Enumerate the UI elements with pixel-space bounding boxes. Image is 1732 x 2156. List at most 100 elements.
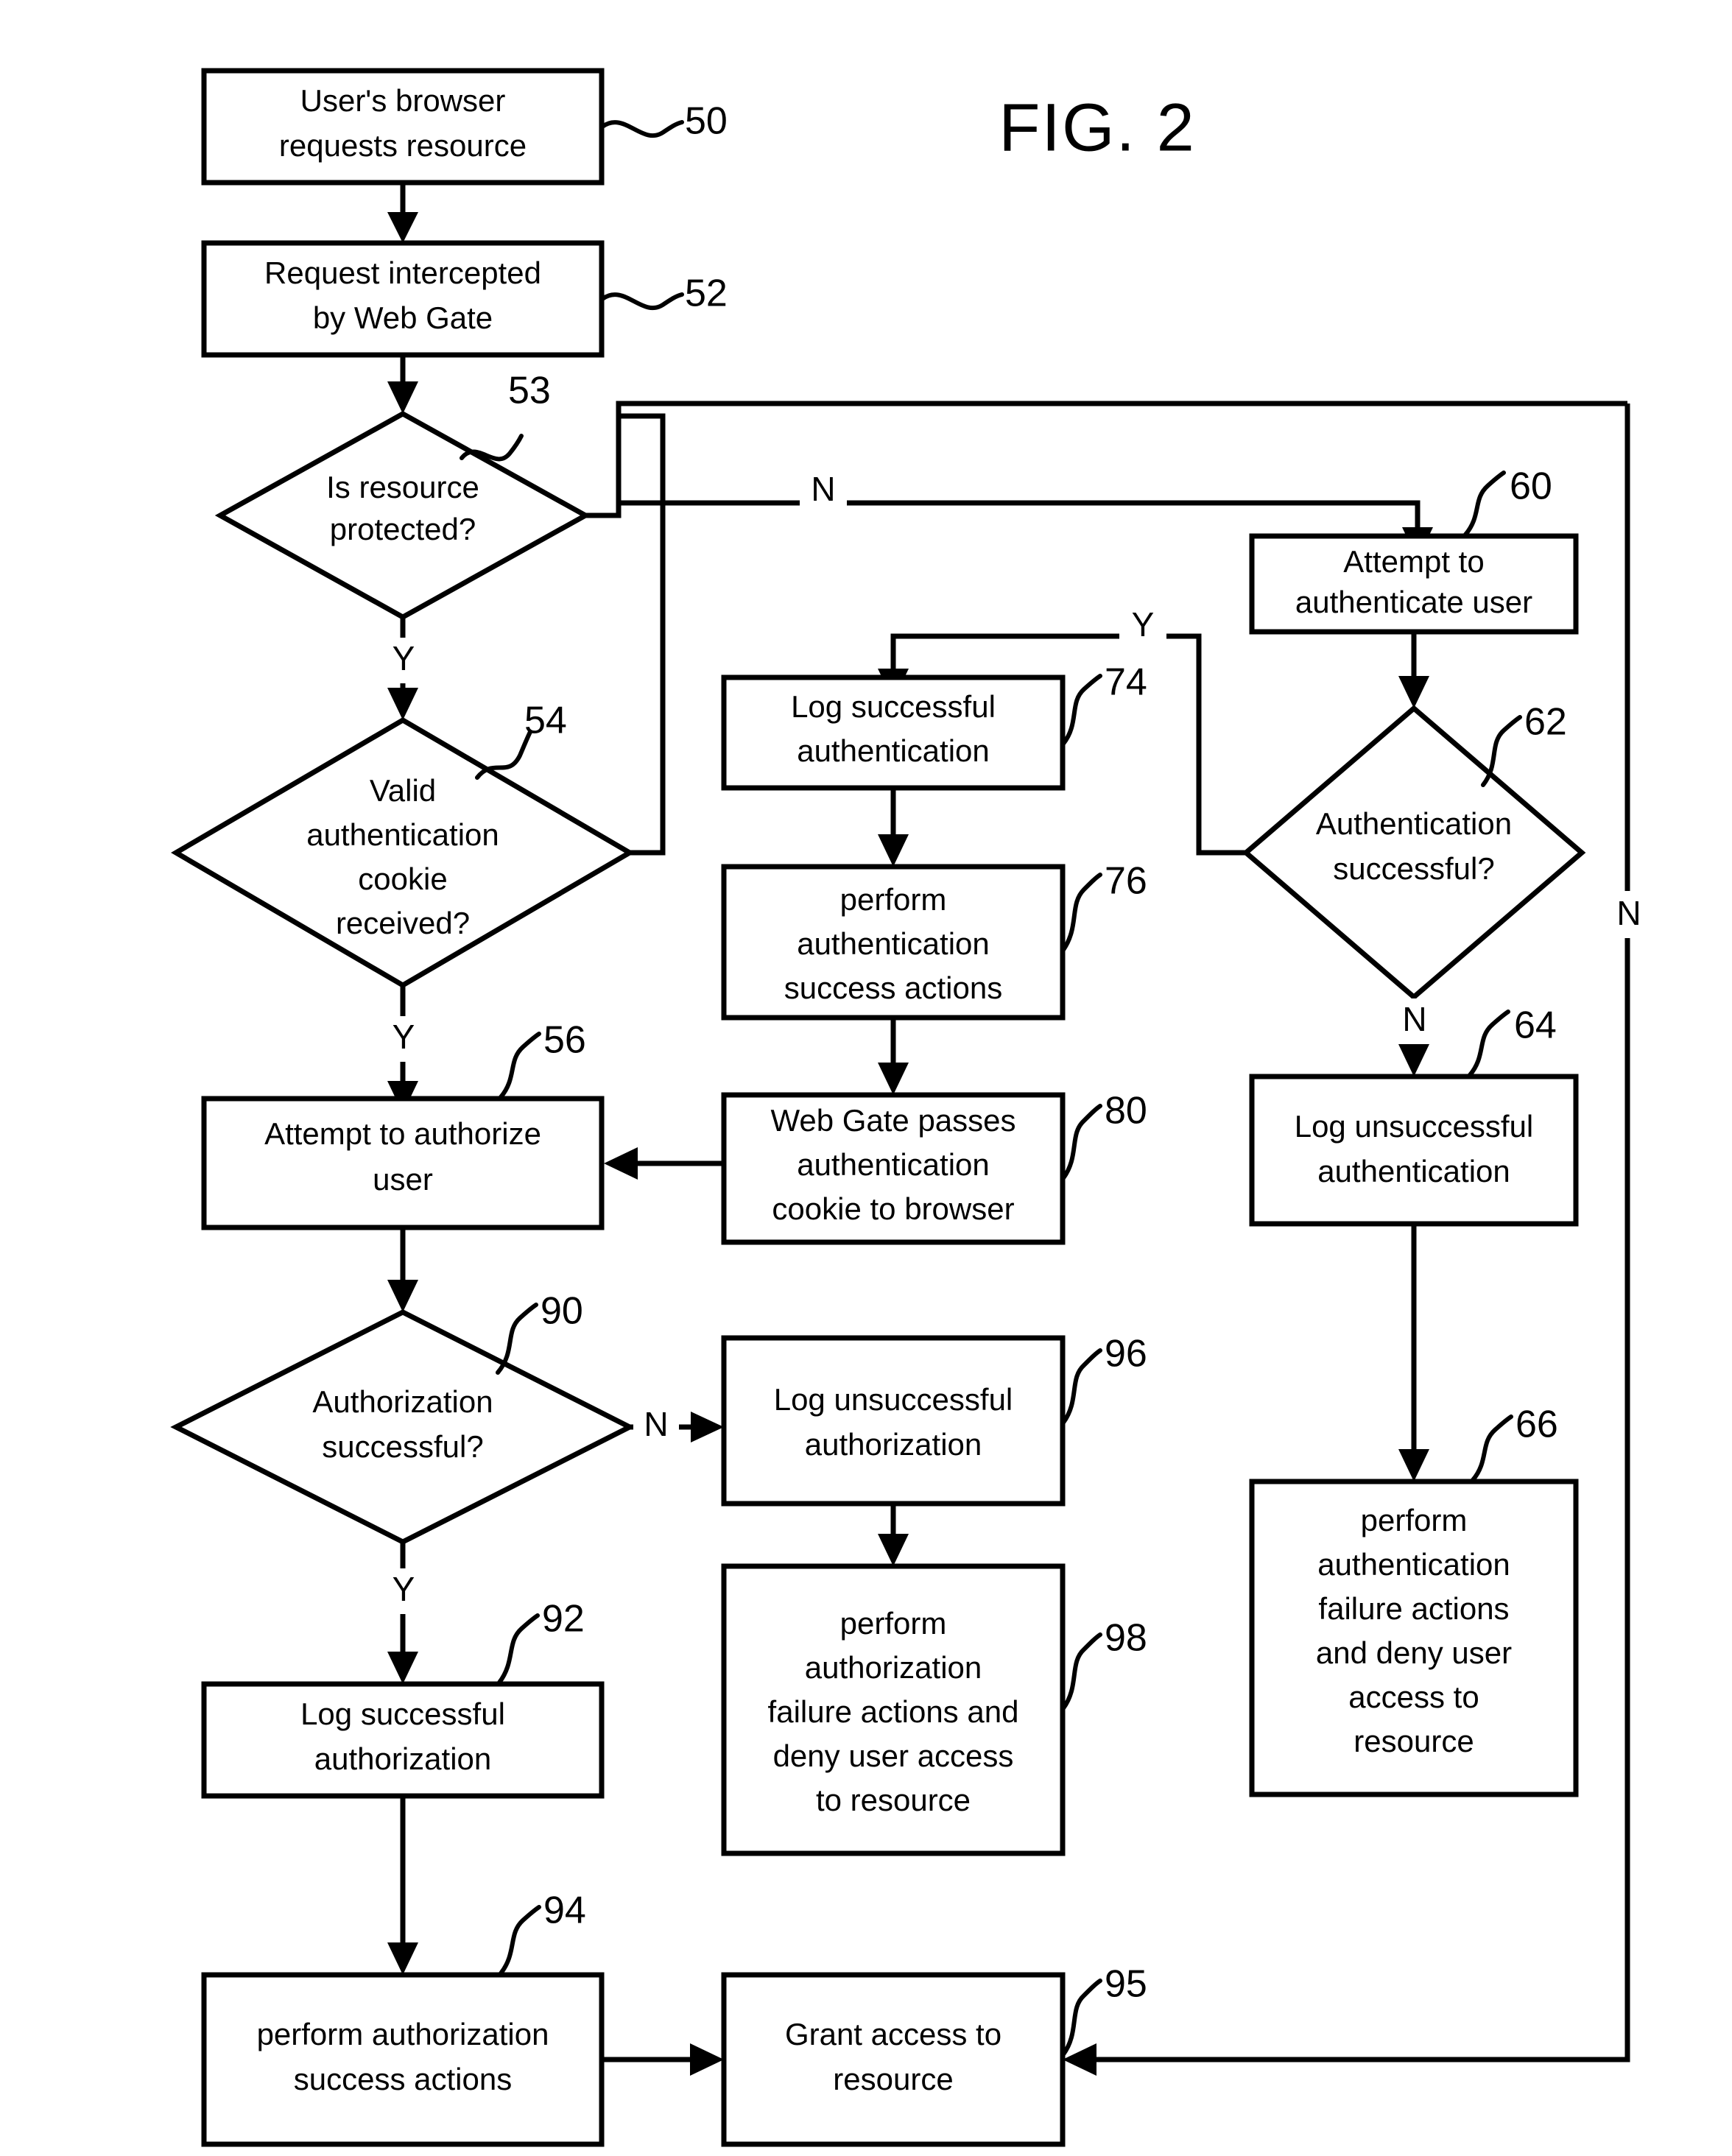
edge-53-yes-to-54: Y [380, 617, 427, 720]
node-62-leader [1481, 715, 1522, 787]
node-92-line-1: Log successful [300, 1697, 505, 1731]
node-94-box [201, 1972, 605, 2147]
edge-90-yes-label: Y [392, 1570, 415, 1608]
node-98: perform authorization failure actions an… [721, 1563, 1147, 1856]
edge-76-80 [878, 1018, 909, 1095]
node-80: Web Gate passes authentication cookie to… [721, 1090, 1147, 1245]
edge-90-no-label: N [644, 1405, 668, 1443]
edge-52-53 [387, 355, 418, 414]
node-96-line-1: Log unsuccessful [774, 1382, 1013, 1417]
node-64-box [1249, 1074, 1579, 1227]
node-90: Authorization successful? 90 [170, 1290, 636, 1545]
node-76-line-3: success actions [784, 970, 1002, 1005]
node-92-line-2: authorization [314, 1741, 492, 1776]
edge-90-no-to-96: N [630, 1405, 724, 1449]
node-52: Request intercepted by Web Gate 52 [201, 240, 728, 358]
node-66-line-2: authentication [1317, 1547, 1510, 1582]
node-98-leader [1061, 1632, 1102, 1711]
node-56-line-2: user [373, 1162, 433, 1197]
node-50-line-1: User's browser [300, 83, 506, 118]
node-54-line-2: authentication [306, 817, 499, 852]
node-56-ref: 56 [543, 1019, 586, 1062]
node-66-ref: 66 [1516, 1403, 1558, 1446]
edge-60-62 [1398, 632, 1429, 708]
node-98-line-2: authorization [805, 1650, 982, 1685]
node-96: Log unsuccessful authorization 96 [721, 1333, 1147, 1507]
node-60-line-2: authenticate user [1295, 585, 1532, 619]
node-95-leader [1061, 1979, 1102, 2057]
node-62-line-1: Authentication [1316, 806, 1512, 841]
node-60-line-1: Attempt to [1343, 544, 1484, 579]
edge-62-no-label: N [1402, 1000, 1426, 1038]
node-74-leader [1061, 674, 1102, 746]
node-76: perform authentication success actions 7… [721, 860, 1147, 1021]
node-95-box [721, 1972, 1066, 2147]
node-60: Attempt to authenticate user 60 [1249, 465, 1579, 635]
node-90-leader [496, 1303, 538, 1375]
node-74-ref: 74 [1105, 661, 1147, 704]
edge-54-yes-label: Y [392, 1018, 415, 1056]
node-66-line-5: access to [1348, 1680, 1479, 1714]
node-98-line-3: failure actions and [768, 1694, 1019, 1729]
node-96-leader [1061, 1348, 1102, 1425]
node-66-line-4: and deny user [1316, 1635, 1512, 1670]
node-50-leader [600, 120, 684, 138]
node-94-line-1: perform authorization [257, 2017, 549, 2051]
node-98-line-1: perform [840, 1606, 947, 1641]
node-80-line-2: authentication [797, 1147, 990, 1182]
edge-53-yes-label: Y [392, 639, 415, 677]
node-94-leader [499, 1905, 541, 1976]
edge-92-94 [387, 1796, 418, 1975]
node-95-line-2: resource [833, 2062, 953, 2096]
node-64-leader [1468, 1010, 1510, 1077]
node-92-ref: 92 [542, 1598, 585, 1641]
node-56-line-1: Attempt to authorize [264, 1116, 541, 1151]
edge-54-yes-to-56: Y [380, 985, 427, 1113]
node-64-line-2: authentication [1317, 1154, 1510, 1188]
edge-90-yes-to-92: Y [380, 1542, 427, 1684]
edge-96-98 [878, 1504, 909, 1566]
node-74-line-2: authentication [797, 733, 990, 768]
node-50-line-2: requests resource [279, 128, 527, 163]
node-66-line-3: failure actions [1318, 1591, 1509, 1626]
node-62-line-2: successful? [1333, 851, 1494, 886]
node-53-line-1: Is resource [326, 470, 479, 504]
node-76-ref: 76 [1105, 860, 1147, 903]
figure-title: FIG. 2 [999, 90, 1196, 165]
node-62-ref: 62 [1524, 701, 1567, 744]
node-94-line-2: success actions [294, 2062, 512, 2096]
edge-80-56 [604, 1147, 724, 1180]
node-74-line-1: Log successful [791, 689, 996, 724]
node-62: Authentication successful? 62 [1242, 701, 1586, 1001]
node-64-line-1: Log unsuccessful [1295, 1109, 1534, 1144]
node-80-ref: 80 [1105, 1090, 1147, 1132]
node-98-line-4: deny user access [773, 1738, 1014, 1773]
node-53-ref: 53 [508, 370, 551, 412]
edge-94-95 [602, 2043, 724, 2076]
node-96-box [721, 1335, 1066, 1507]
node-94-ref: 94 [543, 1889, 586, 1932]
node-52-leader [600, 292, 684, 311]
node-80-leader [1061, 1104, 1102, 1180]
node-90-diamond [170, 1309, 636, 1545]
patent-figure-page: FIG. 2 User's browser requests resource … [0, 0, 1732, 2156]
node-50: User's browser requests resource 50 [201, 68, 728, 186]
node-76-line-2: authentication [797, 926, 990, 961]
node-54-line-1: Valid [370, 773, 436, 808]
node-56-leader [499, 1032, 541, 1099]
node-54-line-3: cookie [358, 862, 447, 896]
edge-56-90 [387, 1227, 418, 1312]
edge-bypass-label: N [1616, 894, 1641, 932]
edge-62-yes-label: Y [1132, 605, 1155, 644]
node-60-leader [1463, 471, 1506, 537]
node-90-ref: 90 [541, 1290, 583, 1333]
node-76-leader [1061, 873, 1102, 952]
node-98-ref: 98 [1105, 1617, 1147, 1660]
node-80-line-1: Web Gate passes [770, 1103, 1015, 1138]
node-92-leader [497, 1613, 540, 1685]
node-98-line-5: to resource [816, 1783, 971, 1817]
node-53-line-2: protected? [330, 512, 476, 546]
node-60-ref: 60 [1510, 465, 1552, 508]
node-54-ref: 54 [524, 700, 567, 742]
edge-62-no-to-64: N [1391, 997, 1438, 1077]
